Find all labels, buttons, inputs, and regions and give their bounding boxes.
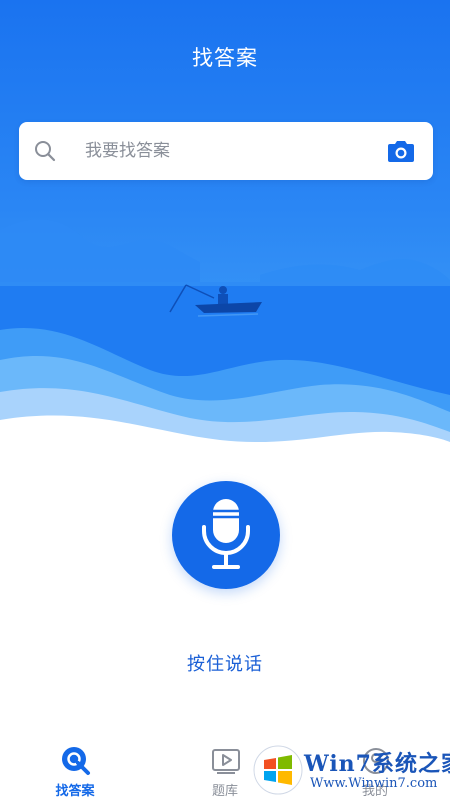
search-icon bbox=[62, 747, 90, 775]
windows-logo-icon bbox=[253, 745, 303, 795]
search-bar[interactable] bbox=[19, 122, 433, 180]
watermark-subtitle: Www.Winwin7.com bbox=[310, 776, 438, 791]
voice-record-button[interactable] bbox=[172, 481, 280, 589]
watermark-title: Win7系统之家 bbox=[304, 751, 450, 777]
search-icon bbox=[35, 141, 56, 162]
microphone-icon bbox=[202, 499, 250, 569]
page-title: 找答案 bbox=[192, 46, 258, 70]
search-input[interactable] bbox=[85, 134, 385, 168]
site-watermark: Win7系统之家 Www.Winwin7.com bbox=[250, 740, 450, 800]
play-book-icon bbox=[212, 749, 240, 774]
camera-icon[interactable] bbox=[387, 138, 415, 164]
tab-find-answer[interactable]: 找答案 bbox=[25, 738, 125, 800]
hold-to-speak-label: 按住说话 bbox=[187, 654, 263, 675]
tab-label: 找答案 bbox=[55, 784, 95, 799]
